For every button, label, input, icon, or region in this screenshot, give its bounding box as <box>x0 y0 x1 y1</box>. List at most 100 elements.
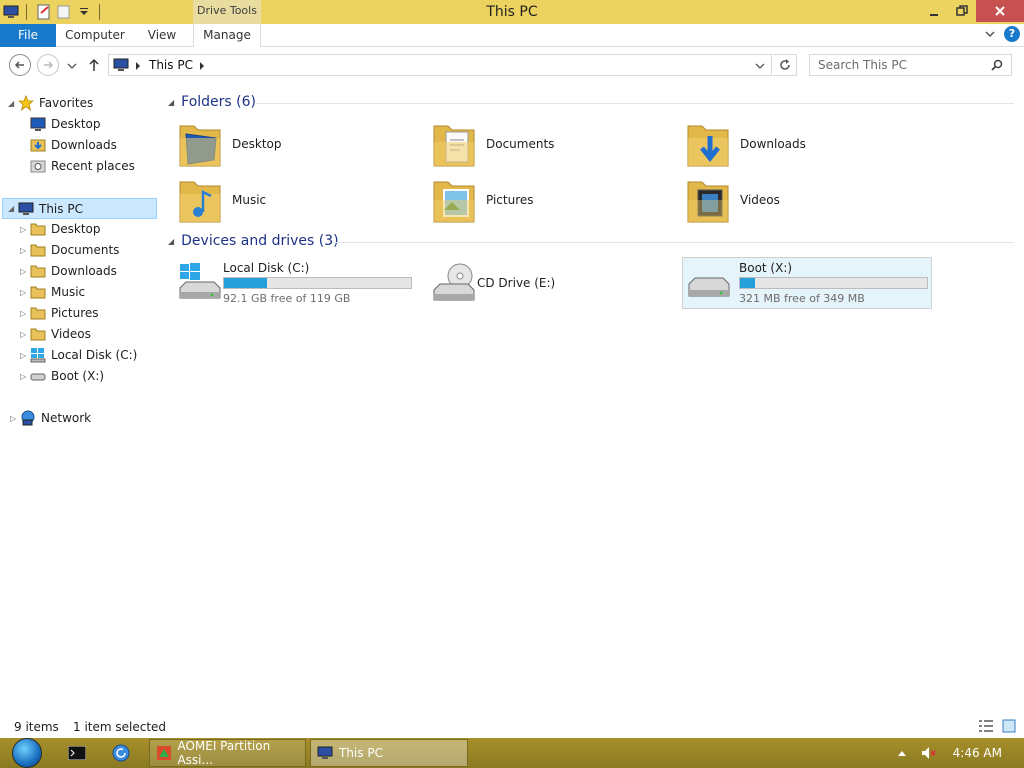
details-view-icon[interactable] <box>978 719 994 733</box>
tab-view[interactable]: View <box>136 24 188 47</box>
folder-documents[interactable]: Documents <box>432 118 672 170</box>
window-controls <box>920 0 1024 22</box>
tree-this-pc-pictures[interactable]: ▷ Pictures <box>20 303 99 323</box>
tree-favorites-recent-places[interactable]: Recent places <box>30 156 135 176</box>
music-folder-icon <box>179 181 221 223</box>
expand-arrow-icon[interactable]: ▷ <box>20 372 30 381</box>
view-switcher <box>978 719 1016 733</box>
status-bar: 9 items 1 item selected <box>0 716 1024 738</box>
expand-arrow-icon[interactable]: ▷ <box>20 309 30 318</box>
breadcrumb-chevron-icon[interactable] <box>199 62 205 70</box>
tree-label: Videos <box>51 327 91 341</box>
taskbar: AOMEI Partition Assi... This PC 4:46 AM <box>0 738 1024 768</box>
refresh-app-taskbar-icon[interactable] <box>108 742 134 764</box>
expand-arrow-icon[interactable]: ▷ <box>20 330 30 339</box>
drive-cd-e[interactable]: CD Drive (E:) <box>428 258 678 310</box>
videos-folder-icon <box>687 181 729 223</box>
folder-name: Pictures <box>486 193 534 207</box>
help-button[interactable]: ? <box>1004 26 1020 42</box>
drive-usage-bar <box>739 277 928 289</box>
window-title: This PC <box>486 4 538 20</box>
command-prompt-taskbar-icon[interactable] <box>64 742 90 764</box>
restore-button[interactable] <box>948 0 976 22</box>
start-button[interactable] <box>8 738 46 768</box>
drive-boot-x[interactable]: Boot (X:) 321 MB free of 349 MB <box>682 257 932 309</box>
address-bar[interactable]: This PC <box>108 54 772 76</box>
tree-this-pc-local-disk[interactable]: ▷ Local Disk (C:) <box>20 345 137 365</box>
restore-icon <box>956 5 968 16</box>
drive-local-disk-c[interactable]: Local Disk (C:) 92.1 GB free of 119 GB <box>174 258 424 310</box>
star-icon <box>18 95 34 111</box>
drive-free-space: 321 MB free of 349 MB <box>739 292 865 305</box>
devices-group-header[interactable]: ◢ Devices and drives (3) <box>168 233 339 249</box>
tab-manage[interactable]: Manage <box>193 24 261 47</box>
group-collapse-icon[interactable]: ◢ <box>168 237 174 246</box>
expand-arrow-icon[interactable]: ▷ <box>20 288 30 297</box>
expand-arrow-icon[interactable]: ▷ <box>20 246 30 255</box>
up-arrow-icon[interactable] <box>88 58 100 72</box>
tree-label: Boot (X:) <box>51 369 105 383</box>
forward-button[interactable] <box>37 54 59 76</box>
taskbar-button-this-pc[interactable]: This PC <box>310 739 468 767</box>
tab-file[interactable]: File <box>0 24 56 47</box>
large-icons-view-icon[interactable] <box>1002 719 1016 733</box>
group-divider <box>332 242 1014 243</box>
speaker-muted-icon[interactable] <box>921 745 937 761</box>
tree-this-pc-music[interactable]: ▷ Music <box>20 282 85 302</box>
taskbar-button-aomei[interactable]: AOMEI Partition Assi... <box>149 739 306 767</box>
tree-label: Recent places <box>51 159 135 173</box>
tree-this-pc-boot[interactable]: ▷ Boot (X:) <box>20 366 104 386</box>
folders-group-header[interactable]: ◢ Folders (6) <box>168 94 256 110</box>
search-input[interactable] <box>810 55 980 75</box>
search-icon[interactable] <box>991 59 1003 71</box>
clock[interactable]: 4:46 AM <box>953 746 1002 760</box>
drive-icon <box>30 373 46 381</box>
this-pc-icon <box>317 746 333 759</box>
drive-usage-bar <box>223 277 412 289</box>
expand-ribbon-chevron-icon[interactable] <box>984 28 996 40</box>
group-collapse-icon[interactable]: ◢ <box>168 98 174 107</box>
recent-locations-chevron-icon[interactable] <box>67 62 77 70</box>
tree-favorites-desktop[interactable]: Desktop <box>30 114 101 134</box>
folder-videos[interactable]: Videos <box>686 174 926 226</box>
drive-name: CD Drive (E:) <box>477 276 556 290</box>
breadcrumb-this-pc[interactable]: This PC <box>149 58 193 72</box>
expand-arrow-icon[interactable]: ▷ <box>20 267 30 276</box>
close-button[interactable] <box>976 0 1024 22</box>
close-icon <box>995 6 1005 16</box>
collapse-arrow-icon[interactable]: ◢ <box>8 204 18 213</box>
refresh-button[interactable] <box>773 54 797 76</box>
tree-this-pc[interactable]: ◢ This PC <box>2 198 157 219</box>
tree-this-pc-documents[interactable]: ▷ Documents <box>20 240 119 260</box>
group-divider <box>256 103 1014 104</box>
folder-music[interactable]: Music <box>178 174 418 226</box>
search-box[interactable] <box>809 54 1012 76</box>
show-hidden-icons-chevron-icon[interactable] <box>897 749 907 757</box>
folder-icon <box>30 265 46 278</box>
tree-network[interactable]: ▷ Network <box>10 408 91 428</box>
tree-this-pc-desktop[interactable]: ▷ Desktop <box>20 219 101 239</box>
breadcrumb-chevron-icon[interactable] <box>135 62 141 70</box>
folder-name: Downloads <box>740 137 806 151</box>
back-arrow-icon <box>14 61 24 69</box>
tree-favorites-downloads[interactable]: Downloads <box>30 135 117 155</box>
back-button[interactable] <box>9 54 31 76</box>
address-dropdown-icon[interactable] <box>755 62 765 70</box>
tree-favorites[interactable]: ◢ Favorites <box>8 93 93 113</box>
expand-arrow-icon[interactable]: ▷ <box>10 414 20 423</box>
tree-this-pc-videos[interactable]: ▷ Videos <box>20 324 91 344</box>
folder-downloads[interactable]: Downloads <box>686 118 926 170</box>
downloads-icon <box>30 139 46 152</box>
group-title: Folders (6) <box>181 94 256 110</box>
folder-icon <box>30 286 46 299</box>
tab-computer[interactable]: Computer <box>58 24 132 47</box>
folder-name: Music <box>232 193 267 207</box>
folder-desktop[interactable]: Desktop <box>178 118 418 170</box>
tree-this-pc-downloads[interactable]: ▷ Downloads <box>20 261 117 281</box>
collapse-arrow-icon[interactable]: ◢ <box>8 99 18 108</box>
item-count: 9 items <box>14 720 59 734</box>
expand-arrow-icon[interactable]: ▷ <box>20 225 30 234</box>
expand-arrow-icon[interactable]: ▷ <box>20 351 30 360</box>
folder-pictures[interactable]: Pictures <box>432 174 672 226</box>
minimize-button[interactable] <box>920 0 948 22</box>
